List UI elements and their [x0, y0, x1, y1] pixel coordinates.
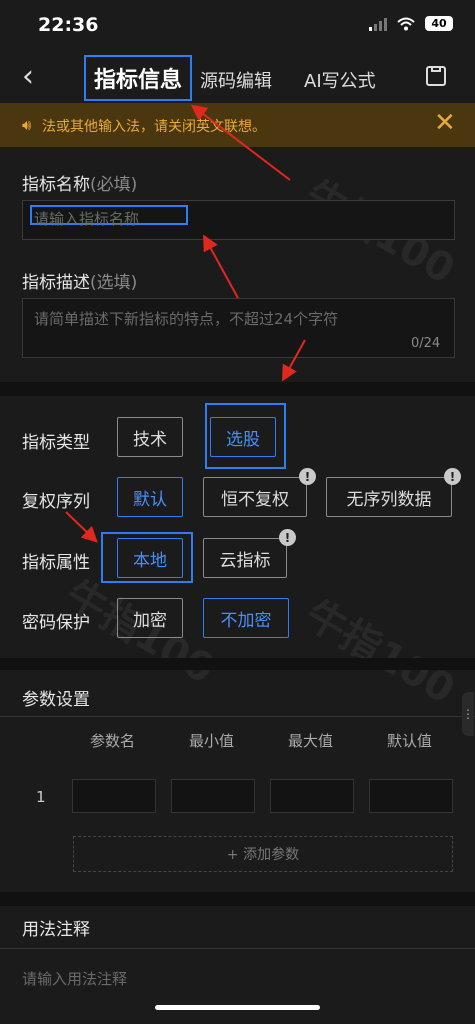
annotation-arrows [65, 104, 306, 543]
arrow [65, 511, 98, 543]
arrow [190, 104, 291, 181]
home-indicator[interactable] [155, 1005, 320, 1010]
arrow [282, 339, 306, 382]
arrow [203, 234, 239, 299]
